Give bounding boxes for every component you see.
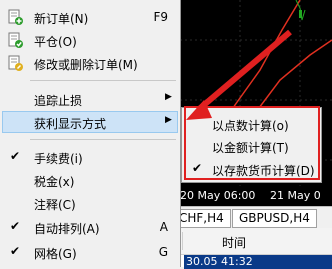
menu-item-comments[interactable]: 注释(C) [0,192,180,214]
menu-item-modify-order[interactable]: 修改或删除订单(M) [0,52,180,74]
checkmark-icon: ✔ [192,161,203,175]
menu-item-trailing-stop[interactable]: 追踪止损 ▶ [0,88,180,110]
terminal-panel: 时间 30.05 41:32 [170,228,332,269]
menu-item-label: 网格(G) [34,247,77,261]
submenu-item-label: 以点数计算(o) [212,119,289,133]
menu-item-shortcut: G [158,245,168,259]
chart-time-axis: 20 May 06:00 21 May 0 [170,186,332,206]
context-menu: 新订单(N) F9 平仓(O) 修改或删除订单(M) 追踪止损 ▶ 获利显示方式… [0,0,181,267]
submenu-item-label: 以金额计算(T) [212,141,289,155]
tab-gbpusd-h4[interactable]: GBPUSD,H4 [232,209,317,228]
menu-item-label: 平仓(O) [34,35,77,49]
checkmark-icon: ✔ [10,244,21,258]
menu-item-label: 自动排列(A) [34,222,100,236]
menu-item-auto-arrange[interactable]: ✔ 自动排列(A) A [0,216,180,238]
menu-item-label: 新订单(N) [34,12,89,26]
column-divider [182,232,183,250]
submenu-item-points[interactable]: 以点数计算(o) [182,113,321,135]
new-order-icon [8,9,23,25]
close-position-icon [8,32,23,48]
menu-item-commission[interactable]: ✔ 手续费(i) [0,146,180,168]
menu-item-label: 追踪止损 [34,94,83,108]
modify-order-icon [8,55,23,71]
menu-item-new-order[interactable]: 新订单(N) F9 [0,6,180,28]
submenu-item-amount[interactable]: 以金额计算(T) [182,135,321,157]
menu-separator [30,80,176,81]
menu-item-taxes[interactable]: 税金(x) [0,169,180,191]
menu-item-label: 税金(x) [34,175,75,189]
menu-item-label: 修改或删除订单(M) [34,58,138,72]
profit-display-submenu: 以点数计算(o) 以金额计算(T) ✔ 以存款货币计算(D) [181,107,322,183]
checkmark-icon: ✔ [10,149,21,163]
column-header[interactable]: 时间 [170,228,332,255]
menu-item-shortcut: A [159,220,168,234]
checkmark-icon: ✔ [10,219,21,233]
menu-item-profit-display[interactable]: 获利显示方式 ▶ [0,111,180,133]
submenu-arrow-icon: ▶ [165,115,172,125]
submenu-item-deposit-currency[interactable]: ✔ 以存款货币计算(D) [182,158,321,180]
submenu-arrow-icon: ▶ [165,92,172,102]
submenu-item-label: 以存款货币计算(D) [212,164,315,178]
time-axis-label: 21 May 0 [270,189,321,202]
menu-item-label: 获利显示方式 [34,117,107,131]
menu-item-shortcut: F9 [153,10,168,24]
menu-separator [30,139,176,140]
menu-item-label: 注释(C) [34,198,76,212]
column-header-time: 时间 [222,236,247,250]
menu-item-label: 手续费(i) [34,152,83,166]
chart-tabs: CHF,H4 GBPUSD,H4 [170,206,332,229]
time-axis-label: 20 May 06:00 [180,189,256,202]
menu-item-close-position[interactable]: 平仓(O) [0,29,180,51]
menu-item-grid[interactable]: ✔ 网格(G) G [0,241,180,263]
